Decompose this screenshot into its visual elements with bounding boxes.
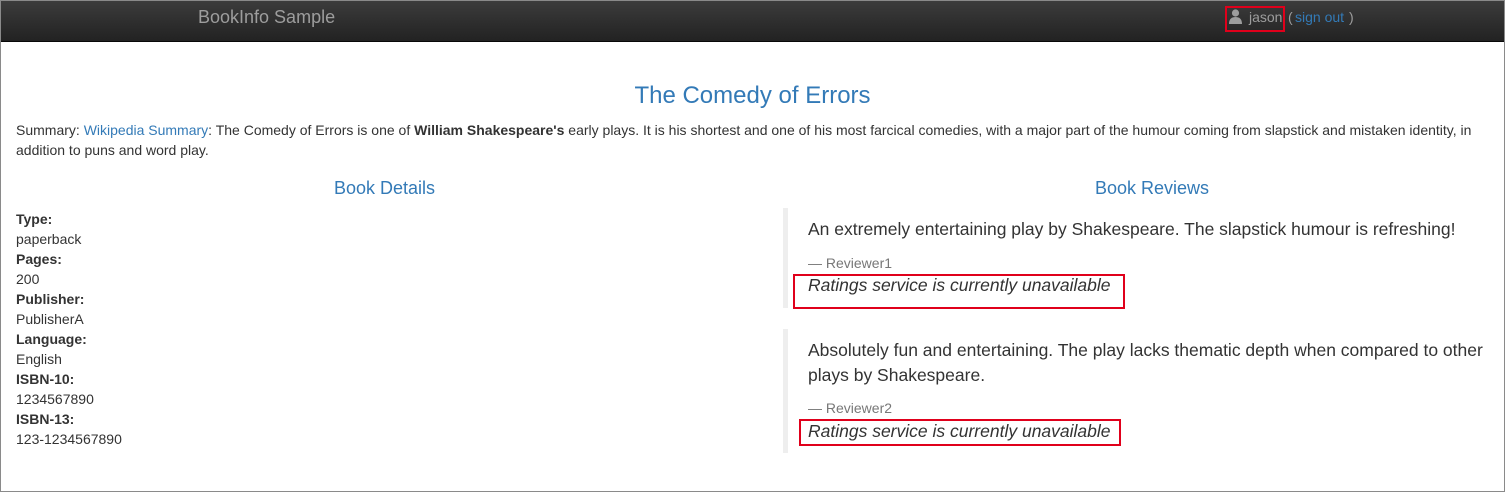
wikipedia-summary-link[interactable]: Wikipedia Summary: [84, 122, 208, 138]
detail-value-isbn10: 1234567890: [16, 391, 94, 407]
close-paren: ): [1349, 9, 1354, 25]
detail-value-publisher: PublisherA: [16, 311, 84, 327]
top-navbar: BookInfo Sample jason ( sign out ): [1, 1, 1504, 42]
reviewer-name-2: — Reviewer2: [808, 400, 893, 416]
summary-author: William Shakespeare's: [414, 122, 565, 138]
review-text-1: An extremely entertaining play by Shakes…: [808, 219, 1456, 239]
summary-text-start: : The Comedy of Errors is one of: [208, 122, 415, 138]
rating-status-2: Ratings service is currently unavailable: [808, 421, 1111, 441]
review-text-2: Absolutely fun and entertaining. The pla…: [808, 340, 1483, 385]
username-label: jason: [1249, 9, 1283, 25]
book-details-list: Type: paperback Pages: 200 Publisher: Pu…: [16, 209, 122, 449]
page-frame: BookInfo Sample jason ( sign out ) The C…: [0, 0, 1505, 492]
sign-out-link[interactable]: sign out: [1295, 9, 1344, 25]
detail-label-pages: Pages:: [16, 251, 62, 267]
summary-label: Summary:: [16, 122, 80, 138]
open-paren: (: [1288, 9, 1293, 25]
detail-label-language: Language:: [16, 331, 87, 347]
detail-label-publisher: Publisher:: [16, 291, 85, 307]
detail-label-isbn10: ISBN-10:: [16, 371, 75, 387]
detail-label-isbn13: ISBN-13:: [16, 411, 75, 427]
book-details-heading: Book Details: [334, 178, 436, 198]
detail-value-pages: 200: [16, 271, 40, 287]
detail-value-isbn13: 123-1234567890: [16, 431, 122, 447]
book-reviews-heading: Book Reviews: [1095, 178, 1210, 198]
reviewer-name-1: — Reviewer1: [808, 255, 893, 271]
brand-link[interactable]: BookInfo Sample: [198, 7, 335, 27]
detail-label-type: Type:: [16, 211, 53, 227]
rating-status-1: Ratings service is currently unavailable: [808, 275, 1111, 295]
detail-value-type: paperback: [16, 231, 82, 247]
book-summary: Summary: Wikipedia Summary: The Comedy o…: [16, 120, 1491, 160]
user-icon: [1229, 9, 1242, 24]
book-title: The Comedy of Errors: [634, 82, 871, 109]
detail-value-language: English: [16, 351, 62, 367]
